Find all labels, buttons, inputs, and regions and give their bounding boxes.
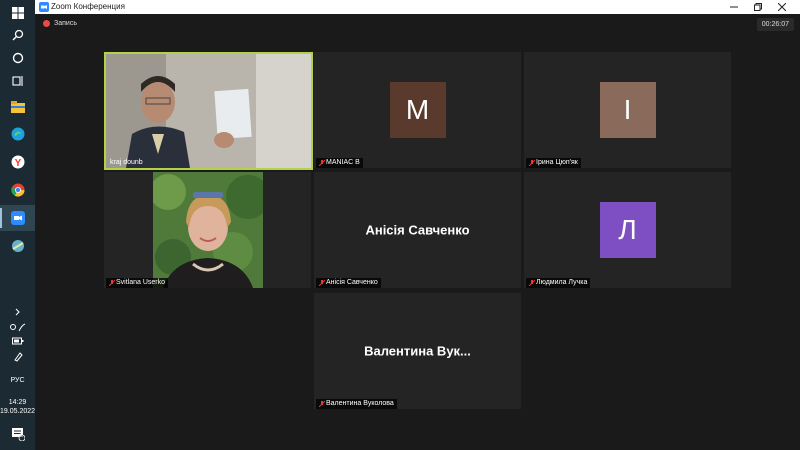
recording-indicator[interactable]: Запись <box>43 20 77 27</box>
participant-name-label: kraj dounb <box>108 158 146 168</box>
participant-name-label: Svitlana Userko <box>106 278 169 288</box>
participant-name: MANIAC B <box>326 159 360 166</box>
avatar: Л <box>599 202 656 258</box>
windows-taskbar: Y РУС 14:29 19.05.2022 2 <box>0 0 35 450</box>
close-icon[interactable] <box>770 0 794 14</box>
participant-name-label: Ірина Цюп'як <box>526 158 581 168</box>
mic-muted-icon <box>319 401 325 407</box>
participant-video <box>153 172 263 288</box>
yandex-browser-icon[interactable]: Y <box>0 149 35 175</box>
network-app-icon[interactable] <box>0 233 35 259</box>
participant-name: Анісія Савченко <box>326 279 378 286</box>
notification-count: 2 <box>20 433 24 439</box>
window-titlebar: Zoom Конференция <box>35 0 800 14</box>
participant-video <box>106 54 311 168</box>
recording-label: Запись <box>54 20 77 27</box>
language-indicator[interactable]: РУС <box>0 376 35 385</box>
chevron-up-icon[interactable] <box>0 304 35 320</box>
window-title: Zoom Конференция <box>51 2 125 11</box>
meeting-area: Запись 00:26:07 kraj dounb M MANIAC B І <box>35 14 800 450</box>
participant-tile[interactable]: M MANIAC B <box>314 52 521 168</box>
mic-muted-icon <box>529 160 535 166</box>
zoom-app-icon <box>39 2 49 12</box>
participant-tile[interactable]: Л Людмила Лучка <box>524 172 731 288</box>
mic-muted-icon <box>319 280 325 286</box>
participant-tile[interactable]: Анісія Савченко Анісія Савченко <box>314 172 521 288</box>
file-explorer-icon[interactable] <box>0 94 35 120</box>
clock-date[interactable]: 19.05.2022 <box>0 407 35 416</box>
participant-tile[interactable]: І Ірина Цюп'як <box>524 52 731 168</box>
clock-time[interactable]: 14:29 <box>0 398 35 407</box>
edge-icon[interactable] <box>0 121 35 147</box>
participant-name: kraj dounb <box>110 159 143 166</box>
participant-name: Валентина Вуколова <box>326 400 394 407</box>
participant-name: Ірина Цюп'як <box>536 159 578 166</box>
mic-muted-icon <box>529 280 535 286</box>
participant-name-label: Людмила Лучка <box>526 278 591 288</box>
meeting-timer: 00:26:07 <box>756 18 794 31</box>
record-dot-icon <box>43 20 50 27</box>
participant-tile[interactable]: Валентина Вук... Валентина Вуколова <box>314 293 521 409</box>
participant-tile[interactable]: kraj dounb <box>104 52 313 170</box>
zoom-icon[interactable] <box>0 205 35 231</box>
battery-icon[interactable] <box>0 320 35 334</box>
participant-display-name: Валентина Вук... <box>364 343 471 359</box>
chrome-icon[interactable] <box>0 177 35 203</box>
task-view-icon[interactable] <box>0 68 35 94</box>
participant-name-label: Анісія Савченко <box>316 278 381 288</box>
minimize-icon[interactable] <box>722 0 746 14</box>
participant-name-label: Валентина Вуколова <box>316 399 397 409</box>
battery-status-icon[interactable] <box>0 334 35 348</box>
svg-text:Y: Y <box>14 158 21 169</box>
participant-name-label: MANIAC B <box>316 158 363 168</box>
mic-muted-icon <box>109 280 115 286</box>
participant-name: Svitlana Userko <box>116 279 166 286</box>
pen-icon[interactable] <box>0 350 35 364</box>
avatar: M <box>389 82 446 138</box>
mic-muted-icon <box>319 160 325 166</box>
participant-display-name: Анісія Савченко <box>365 222 470 238</box>
participant-name: Людмила Лучка <box>536 279 588 286</box>
avatar: І <box>599 82 656 138</box>
participant-tile[interactable]: Svitlana Userko <box>104 172 311 288</box>
restore-icon[interactable] <box>746 0 770 14</box>
notifications-icon[interactable]: 2 <box>0 424 35 444</box>
